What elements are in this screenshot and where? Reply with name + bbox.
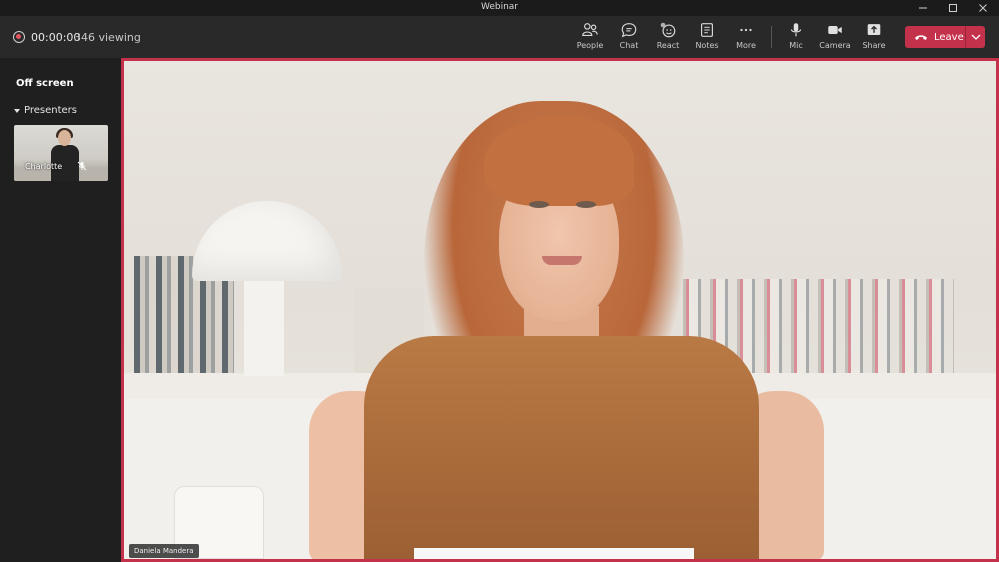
share-label: Share xyxy=(862,41,886,50)
notes-button[interactable]: Notes xyxy=(688,21,726,55)
close-icon xyxy=(979,4,987,12)
mic-muted-icon xyxy=(77,161,87,171)
leave-label: Leave xyxy=(934,31,964,43)
recording-icon xyxy=(13,31,25,43)
participant-name: Charlotte xyxy=(25,162,63,171)
camera-label: Camera xyxy=(819,41,851,50)
maximize-icon xyxy=(949,4,957,12)
caret-down-icon xyxy=(14,108,20,113)
more-label: More xyxy=(736,41,756,50)
participant-tile[interactable]: Charlotte xyxy=(14,125,108,181)
leave-button[interactable]: Leave xyxy=(905,26,965,48)
panel-heading: Off screen xyxy=(16,78,74,89)
presenters-label: Presenters xyxy=(24,105,77,116)
maximize-button[interactable] xyxy=(938,0,968,16)
title-bar: Webinar xyxy=(0,0,999,16)
chat-icon xyxy=(621,23,637,38)
mic-label: Mic xyxy=(789,41,803,50)
leave-button-group: Leave xyxy=(905,26,985,48)
people-icon xyxy=(582,23,598,36)
more-button[interactable]: More xyxy=(727,21,765,55)
people-label: People xyxy=(576,41,604,50)
close-button[interactable] xyxy=(968,0,998,16)
meeting-toolbar: 00:00:00 346 viewing People Chat React N… xyxy=(0,16,999,58)
speaker-name-label: Daniela Mandera xyxy=(129,544,199,558)
chevron-down-icon xyxy=(971,34,980,40)
speaker-video[interactable]: Daniela Mandera xyxy=(124,61,996,559)
share-icon xyxy=(867,24,881,35)
presenters-toggle[interactable]: Presenters xyxy=(14,105,77,116)
people-button[interactable]: People xyxy=(571,21,609,55)
mic-button[interactable]: Mic xyxy=(777,21,815,55)
notes-label: Notes xyxy=(695,41,719,50)
minimize-icon xyxy=(919,7,927,9)
viewer-count: 346 viewing xyxy=(74,31,141,44)
meeting-timer: 00:00:00 xyxy=(31,31,81,44)
offscreen-panel: Off screen Presenters Charlotte xyxy=(0,58,121,562)
react-button[interactable]: React xyxy=(649,21,687,55)
camera-button[interactable]: Camera xyxy=(816,21,854,55)
leave-options-button[interactable] xyxy=(966,26,985,48)
toolbar-divider xyxy=(771,26,772,48)
speaker-torso xyxy=(364,336,759,559)
window-title: Webinar xyxy=(480,2,519,12)
more-icon xyxy=(740,28,752,32)
share-button[interactable]: Share xyxy=(855,21,893,55)
mic-icon xyxy=(790,23,802,37)
notes-icon xyxy=(701,23,713,37)
minimize-button[interactable] xyxy=(908,0,938,16)
react-icon xyxy=(660,22,676,38)
lamp xyxy=(192,201,342,281)
chat-button[interactable]: Chat xyxy=(610,21,648,55)
react-label: React xyxy=(656,41,680,50)
main-stage: Daniela Mandera xyxy=(121,58,999,562)
camera-icon xyxy=(828,25,842,35)
chat-label: Chat xyxy=(619,41,639,50)
phone-hangup-icon xyxy=(915,35,927,40)
